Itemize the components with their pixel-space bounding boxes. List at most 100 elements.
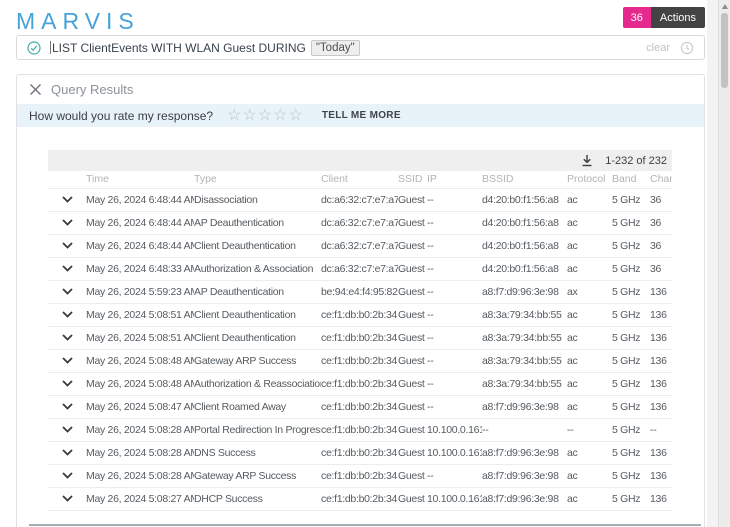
clear-button[interactable]: clear [646,42,670,54]
cell-channel: 136 [650,349,672,372]
chevron-down-icon[interactable] [62,219,73,226]
cell-client: ce:f1:db:b0:2b:34 [321,372,398,395]
cell-client: ce:f1:db:b0:2b:34 [321,441,398,464]
cell-bssid: a8:f7:d9:96:3e:98 [482,395,567,418]
cell-client: ce:f1:db:b0:2b:34 [321,395,398,418]
cell-time: May 26, 2024 5:08:28 AM [86,464,194,487]
star-icon[interactable]: ☆ [273,108,287,124]
table-row[interactable]: May 26, 2024 5:08:48 AM Gateway ARP Succ… [48,349,672,372]
cell-channel: 136 [650,441,672,464]
cell-ssid: Guest [398,303,427,326]
cell-expand [48,395,86,418]
cell-ssid: Guest [398,395,427,418]
panel-header: Query Results [17,75,704,104]
cell-channel: 136 [650,395,672,418]
cell-ip: -- [427,211,482,234]
table-row[interactable]: May 26, 2024 5:08:51 AM Client Deauthent… [48,326,672,349]
cell-expand [48,349,86,372]
cell-ip: -- [427,303,482,326]
close-icon[interactable] [29,83,42,96]
page-scrollbar[interactable] [718,0,730,527]
chevron-down-icon[interactable] [62,495,73,502]
actions-button-label: Actions [651,7,705,28]
cell-channel: 136 [650,464,672,487]
tell-me-more-link[interactable]: TELL ME MORE [322,110,401,121]
cell-ip: -- [427,280,482,303]
table-row[interactable]: May 26, 2024 5:08:28 AM Portal Redirecti… [48,418,672,441]
query-input[interactable]: LIST ClientEvents WITH WLAN Guest DURING… [16,35,705,60]
cell-client: ce:f1:db:b0:2b:34 [321,326,398,349]
chevron-down-icon[interactable] [62,242,73,249]
cell-time: May 26, 2024 6:48:33 AM [86,257,194,280]
cell-bssid: -- [482,418,567,441]
cell-channel: 136 [650,487,672,510]
actions-button[interactable]: 36 Actions [623,7,705,28]
scrollbar-thumb[interactable] [721,13,728,88]
cell-client: ce:f1:db:b0:2b:34 [321,303,398,326]
cell-type: Portal Redirection In Progress [194,418,321,441]
chevron-down-icon[interactable] [62,357,73,364]
cell-band: 5 GHz [612,326,650,349]
scrollbar-up-arrow-icon[interactable] [722,4,728,9]
cell-expand [48,418,86,441]
chevron-down-icon[interactable] [62,380,73,387]
table-row[interactable]: May 26, 2024 6:48:44 AM AP Deauthenticat… [48,211,672,234]
cell-expand [48,211,86,234]
table-row[interactable]: May 26, 2024 5:08:28 AM DNS Success ce:f… [48,441,672,464]
chevron-down-icon[interactable] [62,449,73,456]
cell-type: DHCP Success [194,487,321,510]
star-icon[interactable]: ☆ [258,108,272,124]
chevron-down-icon[interactable] [62,311,73,318]
chevron-down-icon[interactable] [62,334,73,341]
star-icon[interactable]: ☆ [242,108,256,124]
cell-band: 5 GHz [612,234,650,257]
results-table-container: 1-232 of 232 TimeTypeClientSSIDIPBSSIDPr… [48,150,672,511]
cell-band: 5 GHz [612,188,650,211]
table-row[interactable]: May 26, 2024 5:08:48 AM Authorization & … [48,372,672,395]
cell-protocol: ac [567,349,612,372]
table-body: May 26, 2024 6:48:44 AM Disassociation d… [48,188,672,510]
cell-ssid: Guest [398,211,427,234]
app-window: MARVIS 36 Actions LIST ClientEvents WITH… [0,0,707,527]
table-row[interactable]: May 26, 2024 5:08:27 AM DHCP Success ce:… [48,487,672,510]
cell-client: ce:f1:db:b0:2b:34 [321,349,398,372]
star-icon[interactable]: ☆ [227,108,241,124]
cell-time: May 26, 2024 5:08:28 AM [86,418,194,441]
cell-protocol: ax [567,280,612,303]
table-row[interactable]: May 26, 2024 6:48:33 AM Authorization & … [48,257,672,280]
cell-ssid: Guest [398,487,427,510]
history-clock-icon[interactable] [680,41,694,55]
cell-time: May 26, 2024 6:48:44 AM [86,188,194,211]
rating-stars[interactable]: ☆☆☆☆☆ [227,108,304,124]
chevron-down-icon[interactable] [62,403,73,410]
cell-band: 5 GHz [612,464,650,487]
table-row[interactable]: May 26, 2024 5:08:28 AM Gateway ARP Succ… [48,464,672,487]
query-token-today[interactable]: "Today" [311,40,360,56]
table-row[interactable]: May 26, 2024 6:48:44 AM Client Deauthent… [48,234,672,257]
cell-client: be:94:e4:f4:95:82 [321,280,398,303]
star-icon[interactable]: ☆ [288,108,302,124]
cell-ip: -- [427,395,482,418]
chevron-down-icon[interactable] [62,472,73,479]
cell-ssid: Guest [398,188,427,211]
cell-ip: -- [427,188,482,211]
chevron-down-icon[interactable] [62,426,73,433]
chevron-down-icon[interactable] [62,265,73,272]
cell-channel: 36 [650,234,672,257]
table-row[interactable]: May 26, 2024 5:08:51 AM Client Deauthent… [48,303,672,326]
table-row[interactable]: May 26, 2024 6:48:44 AM Disassociation d… [48,188,672,211]
cell-time: May 26, 2024 5:08:51 AM [86,326,194,349]
chevron-down-icon[interactable] [62,288,73,295]
table-row[interactable]: May 26, 2024 5:59:23 AM AP Deauthenticat… [48,280,672,303]
cell-type: DNS Success [194,441,321,464]
cell-ssid: Guest [398,349,427,372]
download-icon[interactable] [581,154,593,167]
table-row[interactable]: May 26, 2024 5:08:47 AM Client Roamed Aw… [48,395,672,418]
cell-client: dc:a6:32:c7:e7:a7 [321,257,398,280]
cell-bssid: a8:3a:79:34:bb:55 [482,326,567,349]
rating-question: How would you rate my response? [29,109,213,123]
cell-time: May 26, 2024 6:48:44 AM [86,211,194,234]
cell-type: Authorization & Association [194,257,321,280]
chevron-down-icon[interactable] [62,196,73,203]
cell-type: Client Deauthentication [194,303,321,326]
